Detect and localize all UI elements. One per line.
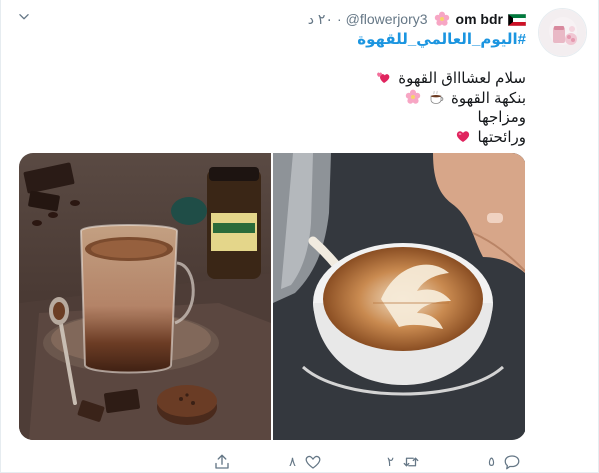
share-icon bbox=[215, 454, 229, 469]
tweet-card[interactable]: om bdr @flowerjory3 · ٢٠ د #اليوم_العالم… bbox=[0, 0, 599, 473]
avatar[interactable] bbox=[538, 8, 587, 57]
share-button[interactable] bbox=[213, 452, 231, 472]
like-count: ٨ bbox=[289, 454, 296, 469]
tweet-line-1: سلام لعشاااق القهوة bbox=[374, 69, 526, 89]
media-grid bbox=[19, 153, 526, 440]
reply-icon bbox=[504, 455, 520, 470]
tweet-line-4: ورائحتها bbox=[374, 128, 526, 148]
user-handle[interactable]: @flowerjory3 bbox=[346, 11, 428, 27]
two-hearts-icon bbox=[376, 69, 392, 85]
cherry-blossom-icon bbox=[405, 89, 421, 105]
retweet-button[interactable]: ٢ bbox=[387, 452, 420, 472]
display-name[interactable]: om bdr bbox=[456, 11, 503, 27]
retweet-icon bbox=[403, 457, 419, 467]
tweet-text: سلام لعشاااق القهوة بنكهة القهوة ومزاجها… bbox=[374, 69, 526, 147]
reply-button[interactable]: ٥ bbox=[488, 452, 521, 472]
like-button[interactable]: ٨ bbox=[289, 452, 322, 472]
tweet-line-3: ومزاجها bbox=[374, 108, 526, 128]
tweet-line-1-text: سلام لعشاااق القهوة bbox=[398, 70, 526, 87]
tweet-header: om bdr @flowerjory3 · ٢٠ د bbox=[308, 10, 527, 28]
kuwait-flag-icon bbox=[507, 13, 527, 27]
hashtag-link[interactable]: #اليوم_العالمي_للقهوة bbox=[357, 30, 526, 48]
pink-heart-icon bbox=[455, 128, 471, 144]
tweet-line-2: بنكهة القهوة bbox=[374, 89, 526, 109]
latte-art-photo[interactable] bbox=[273, 153, 525, 440]
tweet-line-2-text: بنكهة القهوة bbox=[451, 89, 526, 107]
cherry-blossom-icon bbox=[434, 11, 450, 27]
separator-dot: · bbox=[336, 11, 342, 27]
heart-icon bbox=[305, 455, 321, 469]
hot-coffee-icon bbox=[429, 89, 445, 105]
timestamp[interactable]: ٢٠ د bbox=[308, 11, 333, 28]
chevron-down-icon[interactable] bbox=[15, 10, 33, 24]
reply-count: ٥ bbox=[488, 454, 495, 469]
tweet-actions: ٨ ٢ ٥ bbox=[1, 452, 599, 472]
tweet-line-3-text: ومزاجها bbox=[477, 109, 526, 126]
tweet-line-4-text: ورائحتها bbox=[477, 128, 526, 146]
cappuccino-glass-photo[interactable] bbox=[19, 153, 271, 440]
retweet-count: ٢ bbox=[387, 454, 394, 469]
